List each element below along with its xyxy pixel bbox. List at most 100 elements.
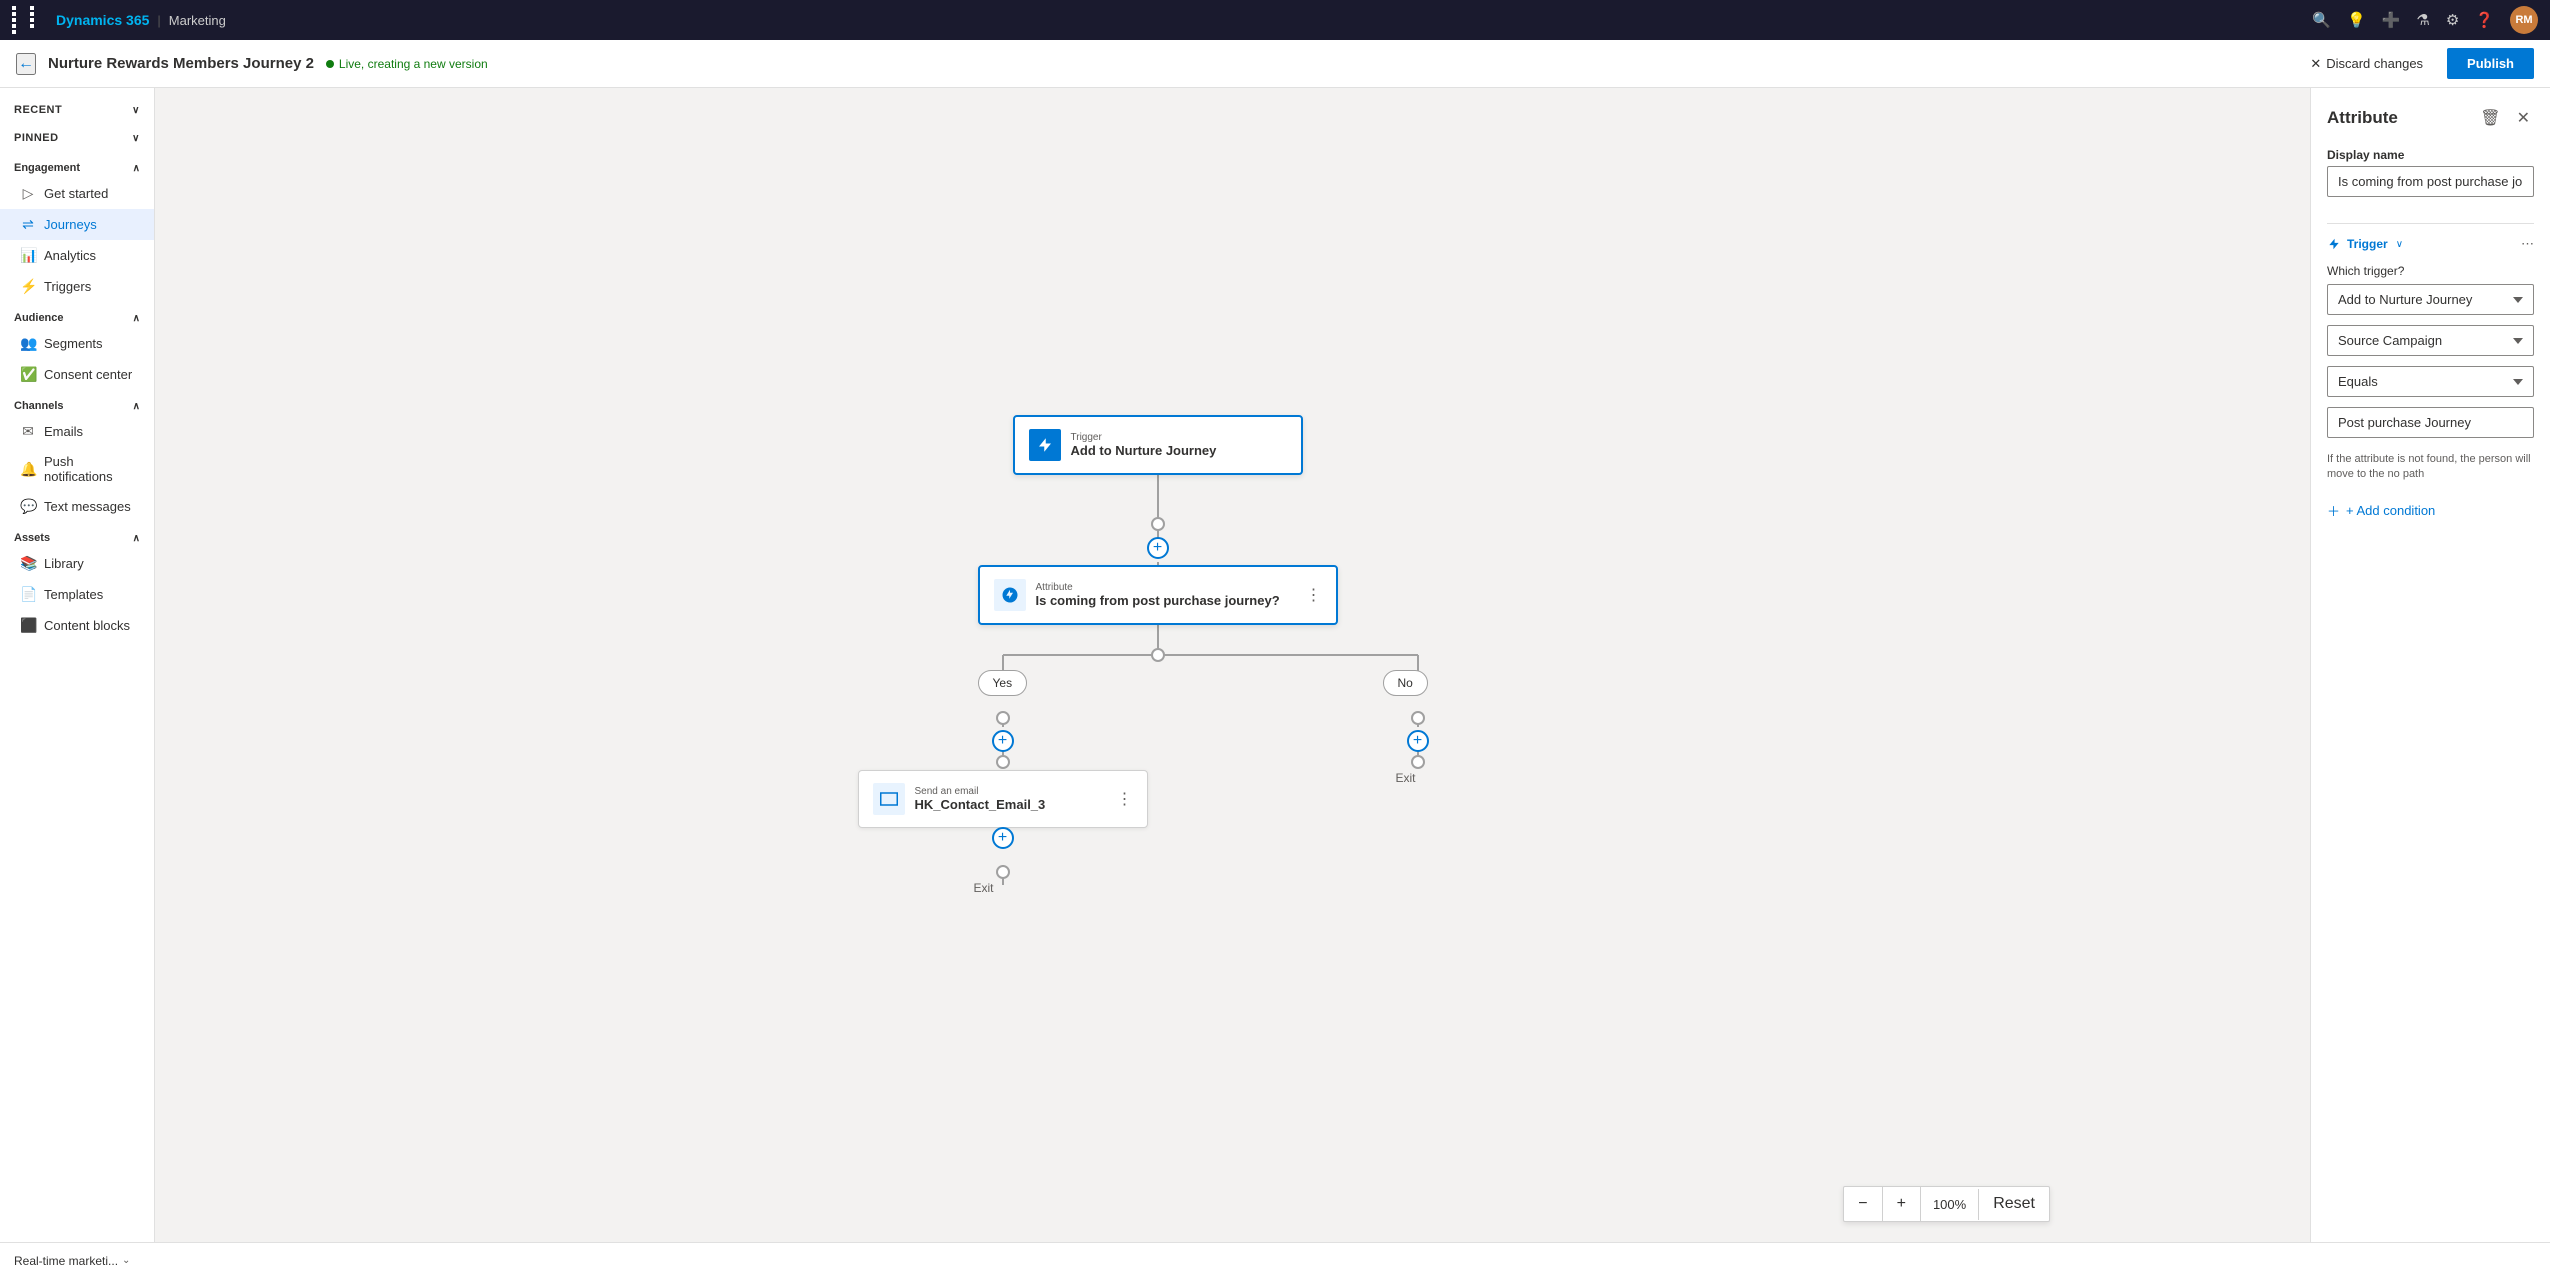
sidebar-item-library[interactable]: 📚 Library [0,548,154,579]
analytics-icon: 📊 [20,247,36,264]
back-button[interactable]: ← [16,53,36,75]
consent-center-icon: ✅ [20,366,36,383]
trigger-node-label: Add to Nurture Journey [1071,443,1217,458]
add-condition-button[interactable]: ＋ + Add condition [2327,497,2435,524]
status-dot [326,60,334,68]
attribute-node-more-icon[interactable]: ⋮ [1306,585,1322,605]
source-campaign-dropdown[interactable]: Source Campaign [2327,325,2534,356]
trigger-section-label: Trigger [2347,237,2388,251]
zoom-out-button[interactable]: − [1844,1187,1882,1221]
analytics-label: Analytics [44,248,96,263]
no-branch-label: No [1383,670,1428,696]
email-node-icon [873,783,905,815]
emails-label: Emails [44,424,83,439]
pinned-chevron-icon: ∨ [132,133,140,144]
zoom-controls: − + 100% Reset [1843,1186,2050,1222]
filter-icon[interactable]: ⚗ [2416,11,2429,29]
user-avatar[interactable]: RM [2510,6,2538,34]
trigger-node[interactable]: Trigger Add to Nurture Journey [1013,415,1303,475]
attribute-node[interactable]: Attribute Is coming from post purchase j… [978,565,1338,625]
zoom-percent: 100% [1921,1189,1979,1220]
right-panel-header: Attribute 🗑 ✕ [2327,104,2534,132]
status-text: Live, creating a new version [339,57,488,71]
connector-circle-1 [1151,517,1165,531]
sidebar-item-content-blocks[interactable]: ⬛ Content blocks [0,610,154,641]
templates-icon: 📄 [20,586,36,603]
add-step-no-button[interactable]: + [1407,730,1429,752]
sidebar-item-templates[interactable]: 📄 Templates [0,579,154,610]
top-navigation: Dynamics 365 | Marketing 🔍 💡 ➕ ⚗ ⚙ ❓ RM [0,0,2550,40]
pinned-label: Pinned [14,132,59,144]
panel-delete-button[interactable]: 🗑 [2476,104,2504,132]
audience-section-header[interactable]: Audience ∧ [0,302,154,328]
sidebar-item-get-started[interactable]: ▷ Get started [0,178,154,209]
sidebar-item-consent-center[interactable]: ✅ Consent center [0,359,154,390]
audience-label: Audience [14,312,64,324]
sidebar-item-journeys[interactable]: ⇌ Journeys [0,209,154,240]
lightbulb-icon[interactable]: 💡 [2347,11,2366,29]
sidebar-item-segments[interactable]: 👥 Segments [0,328,154,359]
content-blocks-icon: ⬛ [20,617,36,634]
channels-chevron-icon: ∧ [133,401,140,412]
assets-section-header[interactable]: Assets ∧ [0,522,154,548]
main-layout: Recent ∨ Pinned ∨ Engagement ∧ ▷ Get sta… [0,88,2550,1242]
post-purchase-input[interactable] [2327,407,2534,438]
panel-close-button[interactable]: ✕ [2513,104,2534,132]
attribute-node-text: Attribute Is coming from post purchase j… [1036,582,1280,608]
add-step-yes-button-2[interactable]: + [992,827,1014,849]
text-messages-icon: 💬 [20,498,36,515]
sidebar-item-triggers[interactable]: ⚡ Triggers [0,271,154,302]
search-icon[interactable]: 🔍 [2312,11,2331,29]
zoom-in-button[interactable]: + [1883,1187,1921,1221]
trigger-section-header: Trigger ∨ ⋯ [2327,236,2534,252]
email-node[interactable]: Send an email HK_Contact_Email_3 ⋮ [858,770,1148,828]
get-started-label: Get started [44,186,108,201]
journey-canvas-area: Trigger Add to Nurture Journey + Attribu… [155,88,2310,1242]
add-step-yes-button[interactable]: + [992,730,1014,752]
add-condition-icon: ＋ [2327,501,2340,520]
sidebar-item-analytics[interactable]: 📊 Analytics [0,240,154,271]
sidebar: Recent ∨ Pinned ∨ Engagement ∧ ▷ Get sta… [0,88,155,1242]
email-node-more-icon[interactable]: ⋮ [1117,789,1133,809]
right-panel-actions: 🗑 ✕ [2476,104,2534,132]
sidebar-item-emails[interactable]: ✉ Emails [0,416,154,447]
settings-icon[interactable]: ⚙ [2446,11,2459,29]
publish-button[interactable]: Publish [2447,48,2534,79]
journey-canvas: Trigger Add to Nurture Journey + Attribu… [783,365,1683,965]
templates-label: Templates [44,587,103,602]
zoom-reset-button[interactable]: Reset [1979,1187,2049,1221]
sidebar-recent-toggle[interactable]: Recent ∨ [0,96,154,124]
sidebar-item-push-notifications[interactable]: 🔔 Push notifications [0,447,154,491]
add-step-button-1[interactable]: + [1147,537,1169,559]
bottom-bar-label: Real-time marketi... [14,1254,118,1268]
email-node-label-small: Send an email [915,786,1046,797]
bottom-bar-chevron-icon: ⌄ [122,1255,130,1266]
discard-button[interactable]: ✕ Discard changes [2298,50,2435,78]
trigger-node-label-small: Trigger [1071,432,1217,443]
sidebar-item-text-messages[interactable]: 💬 Text messages [0,491,154,522]
engagement-section-header[interactable]: Engagement ∧ [0,152,154,178]
equals-dropdown[interactable]: Equals [2327,366,2534,397]
waffle-icon[interactable] [12,6,46,34]
channels-section-header[interactable]: Channels ∧ [0,390,154,416]
no-connector-circle [1411,711,1425,725]
yes-branch-label: Yes [978,670,1028,696]
help-icon[interactable]: ❓ [2475,11,2494,29]
sidebar-pinned-toggle[interactable]: Pinned ∨ [0,124,154,152]
display-name-input[interactable] [2327,166,2534,197]
email-node-text: Send an email HK_Contact_Email_3 [915,786,1046,812]
trigger-dropdown[interactable]: Add to Nurture Journey [2327,284,2534,315]
bottom-bar: Real-time marketi... ⌄ [0,1242,2550,1278]
attribute-node-icon [994,579,1026,611]
top-nav-icons: 🔍 💡 ➕ ⚗ ⚙ ❓ RM [2312,6,2538,34]
push-notifications-icon: 🔔 [20,461,36,478]
email-node-label: HK_Contact_Email_3 [915,797,1046,812]
journeys-icon: ⇌ [20,216,36,233]
engagement-chevron-icon: ∧ [133,163,140,174]
yes-connector-circle-2 [996,755,1010,769]
audience-chevron-icon: ∧ [133,313,140,324]
canvas-inner: Trigger Add to Nurture Journey + Attribu… [155,88,2310,1242]
trigger-more-icon[interactable]: ⋯ [2521,236,2534,252]
triggers-icon: ⚡ [20,278,36,295]
plus-icon[interactable]: ➕ [2382,11,2401,29]
